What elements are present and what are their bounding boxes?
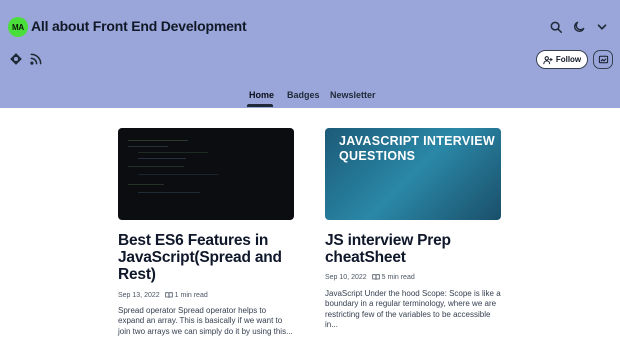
read-time-label: 1 min read: [174, 291, 208, 299]
nav-active-indicator: [247, 104, 273, 107]
blog-logo[interactable]: MA: [8, 17, 28, 37]
article-excerpt[interactable]: JavaScript Under the hood Scope: Scope i…: [325, 289, 501, 331]
article-cover-image[interactable]: JAVASCRIPT INTERVIEW QUESTIONS: [325, 128, 501, 220]
hashnode-icon[interactable]: [7, 50, 25, 68]
search-icon[interactable]: [547, 18, 565, 36]
nav-home[interactable]: Home: [249, 90, 274, 100]
chevron-down-icon[interactable]: [593, 18, 611, 36]
moon-icon[interactable]: [570, 18, 588, 36]
article-date: Sep 10, 2022: [325, 273, 367, 281]
read-time-label: 5 min read: [381, 273, 415, 281]
follow-label: Follow: [555, 55, 582, 64]
book-icon: [164, 292, 173, 298]
newsletter-icon: [598, 55, 608, 64]
user-plus-icon: [543, 55, 553, 64]
blog-header: MA All about Front End Development Follo…: [0, 0, 620, 108]
article-title[interactable]: JS interview Prep cheatSheet: [325, 232, 503, 266]
rss-icon[interactable]: [27, 50, 45, 68]
article-date: Sep 13, 2022: [118, 291, 160, 299]
article-cover-image[interactable]: [118, 128, 294, 220]
article-meta: Sep 10, 2022 5 min read: [325, 273, 415, 281]
article-meta: Sep 13, 2022 1 min read: [118, 291, 208, 299]
nav-newsletter[interactable]: Newsletter: [330, 90, 376, 100]
nav-badges[interactable]: Badges: [287, 90, 320, 100]
blog-title[interactable]: All about Front End Development: [31, 18, 247, 34]
article-read-time: 1 min read: [164, 291, 208, 299]
article-read-time: 5 min read: [371, 273, 415, 281]
cover-text: JAVASCRIPT INTERVIEW QUESTIONS: [339, 134, 496, 163]
article-title[interactable]: Best ES6 Features in JavaScript(Spread a…: [118, 232, 296, 283]
newsletter-button[interactable]: [593, 50, 613, 69]
book-icon: [371, 274, 380, 280]
article-excerpt[interactable]: Spread operator Spread operator helps to…: [118, 306, 294, 337]
follow-button[interactable]: Follow: [536, 50, 588, 69]
